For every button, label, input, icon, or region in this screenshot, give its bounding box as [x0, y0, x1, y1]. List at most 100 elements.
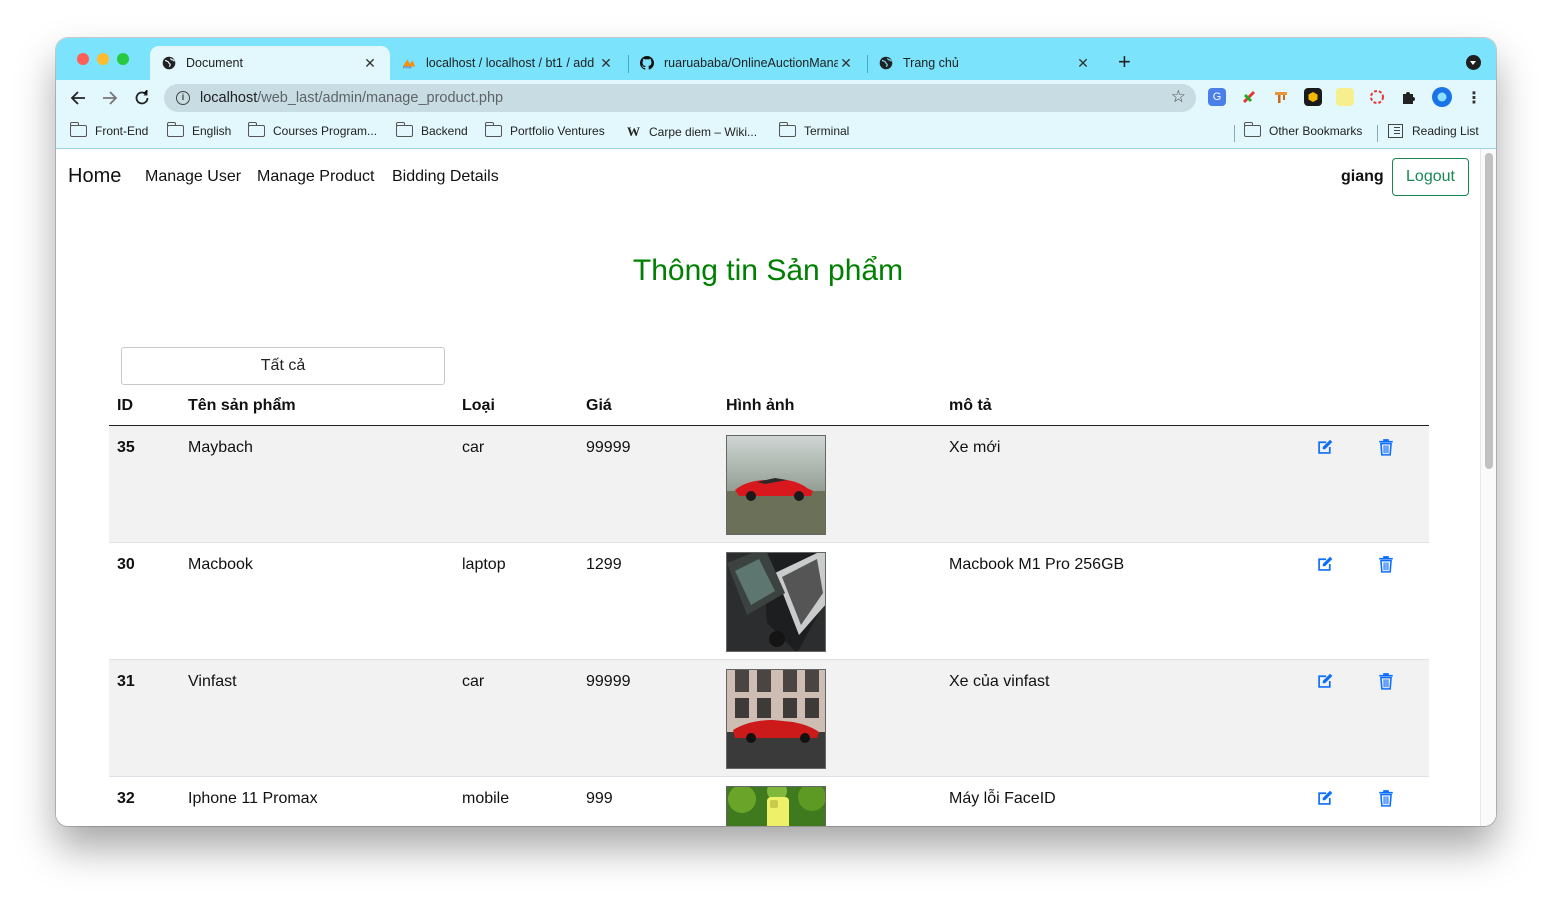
github-icon: [640, 56, 654, 70]
reload-icon[interactable]: [132, 88, 152, 108]
cell-id: 32: [117, 790, 135, 807]
delete-icon[interactable]: [1377, 672, 1395, 690]
delete-icon[interactable]: [1377, 438, 1395, 456]
edit-icon[interactable]: [1316, 438, 1334, 456]
site-info-icon[interactable]: i: [176, 91, 190, 105]
category-filter-select[interactable]: Tất cả: [121, 347, 445, 385]
logout-button[interactable]: Logout: [1392, 158, 1469, 196]
close-window-button[interactable]: [77, 53, 89, 65]
table-row: 32 Iphone 11 Promax mobile 999 Máy lỗi F…: [109, 777, 1429, 826]
forward-icon[interactable]: [100, 88, 120, 108]
minimize-window-button[interactable]: [97, 53, 109, 65]
bookmark-terminal[interactable]: Terminal: [779, 122, 849, 138]
back-icon[interactable]: [68, 88, 88, 108]
puzzle-extensions-icon[interactable]: [1400, 88, 1418, 106]
bookmarks-separator: [1377, 125, 1378, 142]
cell-price: 1299: [586, 556, 622, 573]
folder-icon: [167, 122, 184, 137]
wikipedia-icon: W: [627, 124, 640, 139]
bookmark-courses[interactable]: Courses Program...: [248, 122, 377, 138]
site-navbar: Home Manage User Manage Product Bidding …: [56, 149, 1480, 205]
cell-description: Máy lỗi FaceID: [949, 790, 1056, 807]
folder-icon: [485, 122, 502, 137]
reading-list[interactable]: Reading List: [1388, 124, 1479, 138]
cell-type: car: [462, 439, 485, 456]
tab-title: ruaruababa/OnlineAuctionManagement: [664, 56, 838, 70]
cube-extension-icon[interactable]: [1304, 88, 1322, 106]
table-header: ID Tên sản phẩm Loại Giá Hình ảnh mô tả: [109, 387, 1429, 426]
nav-manage-product[interactable]: Manage Product: [257, 168, 374, 186]
bookmark-carpe-diem[interactable]: W Carpe diem – Wiki...: [627, 124, 757, 140]
nav-bidding-details[interactable]: Bidding Details: [392, 168, 499, 186]
cell-name: Maybach: [188, 439, 253, 456]
colorful-extension-icon[interactable]: [1240, 88, 1258, 106]
delete-icon[interactable]: [1377, 555, 1395, 573]
cell-description: Macbook M1 Pro 256GB: [949, 556, 1125, 573]
sticky-note-icon[interactable]: [1336, 88, 1354, 106]
table-row: 31 Vinfast car 99999 Xe của vinfast: [109, 660, 1429, 777]
new-tab-icon[interactable]: +: [1118, 51, 1131, 73]
other-bookmarks[interactable]: Other Bookmarks: [1244, 122, 1362, 138]
cell-id: 35: [117, 439, 135, 456]
bookmark-star-icon[interactable]: ☆: [1171, 87, 1186, 107]
product-image-red-car-street: [726, 669, 826, 769]
folder-icon: [1244, 122, 1261, 137]
header-image: Hình ảnh: [726, 397, 795, 414]
tab-strip: Document ✕ PMA localhost / localhost / b…: [56, 38, 1496, 80]
product-image-red-sports-car: [726, 435, 826, 535]
tab-github[interactable]: ruaruababa/OnlineAuctionManagement ✕: [628, 46, 866, 80]
scrollbar-thumb[interactable]: [1485, 153, 1493, 469]
browser-toolbar: i localhost/web_last/admin/manage_produc…: [56, 80, 1496, 116]
cell-type: car: [462, 673, 485, 690]
close-tab-icon[interactable]: ✕: [362, 55, 378, 72]
header-description: mô tả: [949, 397, 992, 414]
table-row: 30 Macbook laptop 1299 Macbook M1 Pro 25…: [109, 543, 1429, 660]
cell-name: Iphone 11 Promax: [188, 790, 318, 807]
tab-phpmyadmin[interactable]: PMA localhost / localhost / bt1 / add ✕: [390, 46, 626, 80]
address-bar[interactable]: i localhost/web_last/admin/manage_produc…: [164, 84, 1196, 112]
tools-extension-icon[interactable]: [1272, 88, 1290, 106]
close-tab-icon[interactable]: ✕: [1075, 55, 1091, 72]
svg-text:PMA: PMA: [403, 64, 412, 69]
browser-window: Document ✕ PMA localhost / localhost / b…: [56, 38, 1496, 826]
refresh-extension-icon[interactable]: [1368, 88, 1386, 106]
tab-trang-chu[interactable]: Trang chủ ✕: [867, 46, 1103, 80]
bookmark-portfolio-ventures[interactable]: Portfolio Ventures: [485, 122, 605, 138]
table-row: 35 Maybach car 99999 Xe mới: [109, 426, 1429, 543]
home-link[interactable]: Home: [68, 165, 121, 188]
cell-name: Macbook: [188, 556, 253, 573]
cell-price: 99999: [586, 673, 631, 690]
tab-document[interactable]: Document ✕: [150, 46, 390, 80]
cell-id: 31: [117, 673, 135, 690]
edit-icon[interactable]: [1316, 672, 1334, 690]
globe-icon: [879, 56, 893, 70]
folder-icon: [248, 122, 265, 137]
username-label: giang: [1341, 168, 1384, 185]
close-tab-icon[interactable]: ✕: [598, 55, 614, 72]
cell-type: mobile: [462, 790, 510, 807]
zoom-window-button[interactable]: [117, 53, 129, 65]
profile-avatar[interactable]: [1432, 87, 1452, 107]
page-title: Thông tin Sản phẩm: [632, 254, 904, 287]
edit-icon[interactable]: [1316, 789, 1334, 807]
edit-icon[interactable]: [1316, 555, 1334, 573]
bookmark-front-end[interactable]: Front-End: [70, 122, 148, 138]
bookmark-backend[interactable]: Backend: [396, 122, 468, 138]
close-tab-icon[interactable]: ✕: [838, 55, 854, 72]
product-image-yellow-phone: [726, 786, 826, 826]
bookmarks-separator: [1234, 125, 1235, 142]
google-translate-icon[interactable]: G: [1208, 88, 1226, 106]
tab-search-icon[interactable]: [1466, 55, 1481, 70]
delete-icon[interactable]: [1377, 789, 1395, 807]
bookmark-english[interactable]: English: [167, 122, 231, 138]
browser-menu-icon[interactable]: ⋮: [1464, 88, 1484, 108]
folder-icon: [70, 122, 87, 137]
page-content: Home Manage User Manage Product Bidding …: [56, 149, 1480, 826]
tab-title: Trang chủ: [903, 56, 959, 70]
nav-manage-user[interactable]: Manage User: [145, 168, 241, 186]
globe-icon: [162, 56, 176, 70]
tab-title: localhost / localhost / bt1 / add: [426, 56, 595, 70]
header-id: ID: [117, 397, 133, 414]
reading-list-icon: [1388, 124, 1403, 138]
page-scrollbar[interactable]: [1480, 149, 1496, 826]
